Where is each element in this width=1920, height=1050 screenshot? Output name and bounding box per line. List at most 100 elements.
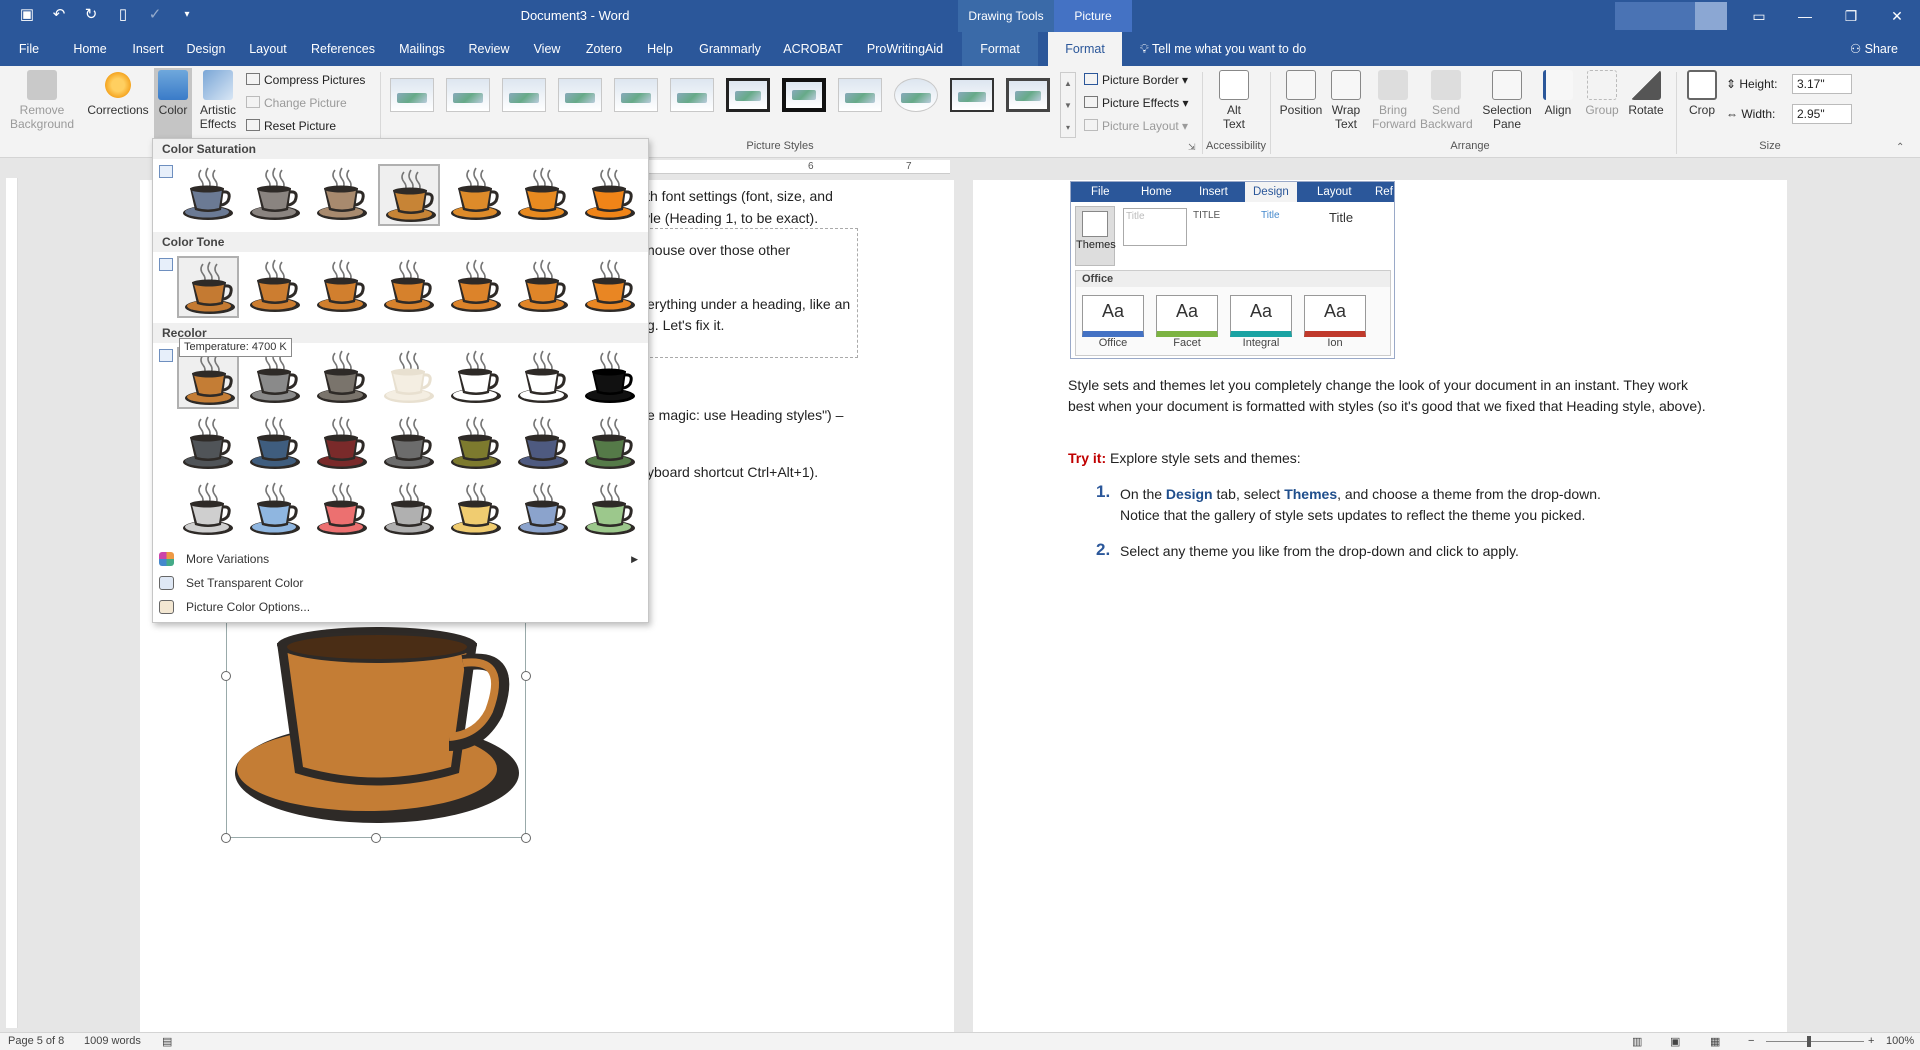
picture-layout-button[interactable]: Picture Layout ▾ bbox=[1084, 116, 1188, 136]
picture-style-4[interactable] bbox=[558, 78, 602, 112]
selection-pane-button[interactable]: Selection Pane bbox=[1480, 70, 1534, 131]
height-input[interactable]: 3.17" bbox=[1792, 74, 1852, 94]
tab-prowritingaid[interactable]: ProWritingAid bbox=[862, 32, 948, 66]
color-swatch[interactable] bbox=[579, 413, 641, 475]
tab-mailings[interactable]: Mailings bbox=[394, 32, 450, 66]
reset-picture-button[interactable]: Reset Picture bbox=[246, 116, 336, 136]
color-swatch[interactable] bbox=[445, 479, 507, 541]
picture-style-12[interactable] bbox=[1006, 78, 1050, 112]
minimize-icon[interactable]: — bbox=[1782, 0, 1828, 32]
tab-grammarly[interactable]: Grammarly bbox=[694, 32, 766, 66]
picture-style-9[interactable] bbox=[838, 78, 882, 112]
corrections-button[interactable]: Corrections bbox=[84, 70, 152, 117]
resize-handle[interactable] bbox=[221, 833, 231, 843]
collapse-ribbon-icon[interactable]: ⌃ bbox=[1896, 142, 1904, 153]
color-swatch[interactable] bbox=[311, 347, 373, 409]
color-swatch[interactable] bbox=[579, 347, 641, 409]
ribbon-display-options-icon[interactable]: ▭ bbox=[1736, 0, 1782, 32]
send-backward-button[interactable]: Send Backward bbox=[1420, 70, 1473, 131]
compress-pictures-button[interactable]: Compress Pictures bbox=[246, 70, 365, 90]
page-indicator[interactable]: Page 5 of 8 bbox=[8, 1035, 64, 1047]
color-swatch[interactable] bbox=[579, 164, 641, 226]
align-button[interactable]: Align bbox=[1540, 70, 1576, 117]
tab-review[interactable]: Review bbox=[466, 32, 512, 66]
picture-style-11[interactable] bbox=[950, 78, 994, 112]
read-mode-icon[interactable]: ▥ bbox=[1632, 1035, 1642, 1048]
zoom-slider-thumb[interactable] bbox=[1807, 1036, 1811, 1047]
tab-design[interactable]: Design bbox=[184, 32, 228, 66]
color-swatch[interactable] bbox=[311, 256, 373, 318]
tab-acrobat[interactable]: ACROBAT bbox=[780, 32, 846, 66]
tab-picture-format[interactable]: Format bbox=[1048, 32, 1122, 66]
set-transparent-color-item[interactable]: Set Transparent Color bbox=[153, 572, 648, 594]
color-swatch[interactable] bbox=[579, 256, 641, 318]
color-swatch[interactable] bbox=[512, 347, 574, 409]
restore-icon[interactable]: ❐ bbox=[1828, 0, 1874, 32]
resize-handle[interactable] bbox=[521, 671, 531, 681]
zoom-out-icon[interactable]: − bbox=[1748, 1035, 1754, 1047]
group-button[interactable]: Group bbox=[1582, 70, 1622, 117]
word-count[interactable]: 1009 words bbox=[84, 1035, 141, 1047]
gallery-scroll-arrows[interactable]: ▲ ▼ ▾ bbox=[1060, 72, 1076, 138]
color-swatch[interactable] bbox=[311, 164, 373, 226]
proofing-icon[interactable]: ▤ bbox=[162, 1035, 172, 1048]
picture-style-2[interactable] bbox=[446, 78, 490, 112]
bring-forward-button[interactable]: Bring Forward bbox=[1372, 70, 1416, 131]
tell-me-search[interactable]: 💡︎ Tell me what you want to do bbox=[1140, 32, 1306, 66]
selected-picture[interactable] bbox=[226, 622, 526, 838]
color-swatch[interactable] bbox=[177, 256, 239, 318]
color-swatch[interactable] bbox=[579, 479, 641, 541]
color-swatch[interactable] bbox=[177, 413, 239, 475]
remove-background-button[interactable]: Remove Background bbox=[6, 70, 78, 131]
tab-drawing-format[interactable]: Format bbox=[962, 32, 1038, 66]
tab-help[interactable]: Help bbox=[642, 32, 678, 66]
share-button[interactable]: ⚇ Share bbox=[1850, 32, 1898, 66]
crop-button[interactable]: Crop bbox=[1684, 70, 1720, 117]
color-swatch[interactable] bbox=[445, 347, 507, 409]
avatar[interactable] bbox=[1695, 2, 1727, 30]
vertical-ruler[interactable] bbox=[6, 178, 18, 1028]
color-swatch[interactable] bbox=[311, 413, 373, 475]
color-swatch[interactable] bbox=[378, 164, 440, 226]
web-layout-icon[interactable]: ▦ bbox=[1710, 1035, 1720, 1048]
picture-style-7[interactable] bbox=[726, 78, 770, 112]
change-picture-button[interactable]: Change Picture bbox=[246, 93, 347, 113]
picture-style-5[interactable] bbox=[614, 78, 658, 112]
wrap-text-button[interactable]: Wrap Text bbox=[1328, 70, 1364, 131]
color-swatch[interactable] bbox=[512, 479, 574, 541]
tab-home[interactable]: Home bbox=[70, 32, 110, 66]
position-button[interactable]: Position bbox=[1276, 70, 1326, 117]
color-swatch[interactable] bbox=[244, 479, 306, 541]
zoom-slider[interactable] bbox=[1766, 1041, 1864, 1042]
color-swatch[interactable] bbox=[445, 256, 507, 318]
color-swatch[interactable] bbox=[378, 413, 440, 475]
account-area[interactable] bbox=[1615, 2, 1727, 30]
picture-style-3[interactable] bbox=[502, 78, 546, 112]
rotate-button[interactable]: Rotate bbox=[1624, 70, 1668, 117]
tab-references[interactable]: References bbox=[310, 32, 376, 66]
close-icon[interactable]: ✕ bbox=[1874, 0, 1920, 32]
picture-style-10[interactable] bbox=[894, 78, 938, 112]
picture-border-button[interactable]: Picture Border ▾ bbox=[1084, 70, 1188, 90]
color-swatch[interactable] bbox=[378, 256, 440, 318]
color-swatch[interactable] bbox=[244, 256, 306, 318]
width-input[interactable]: 2.95" bbox=[1792, 104, 1852, 124]
picture-effects-button[interactable]: Picture Effects ▾ bbox=[1084, 93, 1189, 113]
color-swatch[interactable] bbox=[378, 479, 440, 541]
color-swatch[interactable] bbox=[177, 164, 239, 226]
alt-text-button[interactable]: Alt Text bbox=[1216, 70, 1252, 131]
color-swatch[interactable] bbox=[445, 164, 507, 226]
picture-style-6[interactable] bbox=[670, 78, 714, 112]
tab-zotero[interactable]: Zotero bbox=[582, 32, 626, 66]
color-swatch[interactable] bbox=[378, 347, 440, 409]
resize-handle[interactable] bbox=[221, 671, 231, 681]
print-layout-icon[interactable]: ▣ bbox=[1670, 1035, 1680, 1048]
zoom-in-icon[interactable]: + bbox=[1868, 1035, 1874, 1047]
color-swatch[interactable] bbox=[445, 413, 507, 475]
zoom-level[interactable]: 100% bbox=[1886, 1035, 1914, 1047]
color-button[interactable]: Color bbox=[154, 68, 192, 138]
color-swatch[interactable] bbox=[244, 164, 306, 226]
picture-style-1[interactable] bbox=[390, 78, 434, 112]
picture-styles-launcher-icon[interactable]: ⇲ bbox=[1188, 142, 1196, 153]
more-variations-item[interactable]: More Variations ▶ bbox=[153, 548, 648, 570]
